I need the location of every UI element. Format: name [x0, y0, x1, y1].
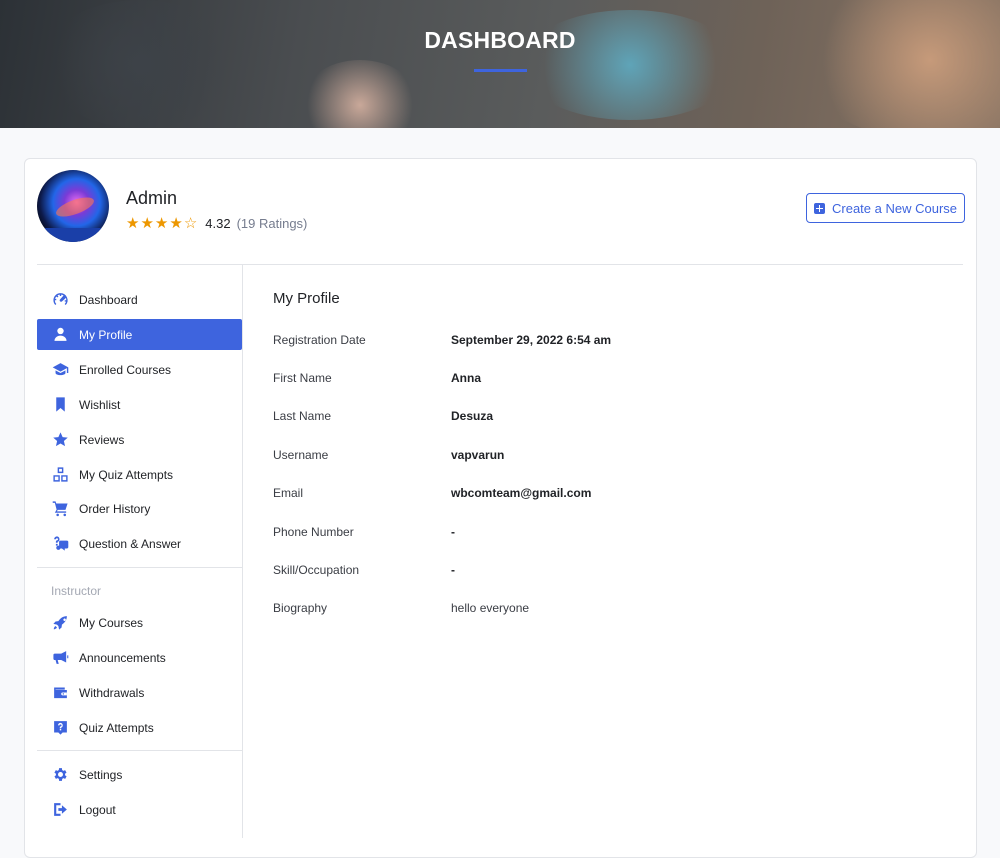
- profile-label-first-name: First Name: [273, 371, 332, 385]
- wallet-icon: [51, 684, 69, 702]
- profile-value-last-name: Desuza: [451, 409, 494, 423]
- profile-value-skill-occupation: -: [451, 563, 455, 577]
- profile-value-phone-number: -: [451, 525, 455, 539]
- sidebar-divider: [242, 265, 243, 838]
- sidebar-item-label: Enrolled Courses: [79, 362, 172, 377]
- sidebar-item-label: Announcements: [79, 650, 166, 665]
- sidebar-item-logout[interactable]: Logout: [37, 794, 242, 825]
- sidebar-section-instructor: Instructor: [51, 584, 102, 598]
- sidebar-item-enrolled-courses[interactable]: Enrolled Courses: [37, 354, 242, 385]
- sidebar-item-withdrawals[interactable]: Withdrawals: [37, 677, 242, 708]
- sidebar-divider-bottom: [37, 750, 242, 751]
- sidebar-item-wishlist[interactable]: Wishlist: [37, 389, 242, 420]
- user-name: Admin: [126, 188, 178, 208]
- sidebar-item-label: Logout: [79, 802, 116, 817]
- sidebar-item-dashboard[interactable]: Dashboard: [37, 284, 242, 315]
- sidebar-item-reviews[interactable]: Reviews: [37, 424, 242, 455]
- star-icon: [51, 431, 69, 449]
- profile-label-registration-date: Registration Date: [273, 333, 366, 347]
- question-box-icon: [51, 719, 69, 737]
- page-title: DASHBOARD: [424, 27, 576, 53]
- sidebar-item-my-quiz-attempts[interactable]: My Quiz Attempts: [37, 459, 242, 490]
- header-divider: [37, 264, 963, 265]
- rating-count: (19 Ratings): [236, 215, 308, 231]
- star-full-icon: ★: [154, 214, 169, 232]
- sidebar-item-label: My Courses: [79, 615, 144, 630]
- sidebar-item-my-courses[interactable]: My Courses: [37, 607, 242, 638]
- profile-label-last-name: Last Name: [273, 409, 332, 423]
- profile-label-phone-number: Phone Number: [273, 525, 354, 539]
- sidebar-item-label: Dashboard: [79, 292, 138, 307]
- sidebar-item-my-profile[interactable]: My Profile: [37, 319, 242, 350]
- star-full-icon: ★: [140, 214, 154, 232]
- megaphone-icon: [51, 649, 69, 667]
- sidebar-item-label: Reviews: [79, 432, 125, 447]
- sidebar-item-label: Quiz Attempts: [79, 720, 154, 735]
- profile-value-username: vapvarun: [451, 448, 505, 462]
- star-full-icon: ★: [126, 214, 140, 232]
- profile-value-registration-date: September 29, 2022 6:54 am: [451, 333, 612, 347]
- sidebar-item-quiz-attempts[interactable]: Quiz Attempts: [37, 712, 242, 743]
- profile-value-first-name: Anna: [451, 371, 481, 385]
- graduation-cap-icon: [51, 361, 69, 379]
- profile-label-skill-occupation: Skill/Occupation: [273, 563, 360, 577]
- profile-label-username: Username: [273, 448, 329, 462]
- profile-value-email: wbcomteam@gmail.com: [451, 486, 592, 500]
- rocket-icon: [51, 614, 69, 632]
- sidebar-item-label: Settings: [79, 767, 123, 782]
- sidebar-item-label: Question & Answer: [79, 536, 182, 551]
- dashboard-icon: [51, 291, 69, 309]
- profile-title: My Profile: [273, 290, 340, 307]
- sidebar-item-question-answer[interactable]: Question & Answer: [37, 528, 242, 559]
- avatar: [37, 170, 109, 242]
- rating-value: 4.32: [205, 215, 231, 231]
- sidebar-item-announcements[interactable]: Announcements: [37, 642, 242, 673]
- user-rating: ★ ★ ★ ★ ☆ 4.32 (19 Ratings): [126, 214, 307, 232]
- bookmark-icon: [51, 396, 69, 414]
- gear-icon: [51, 766, 69, 784]
- hero-banner: DASHBOARD: [0, 0, 1000, 128]
- create-course-button[interactable]: Create a New Course: [806, 193, 965, 223]
- profile-label-biography: Biography: [273, 601, 328, 615]
- question-answer-icon: [51, 535, 69, 553]
- star-full-icon: ★: [169, 214, 183, 232]
- profile-label-email: Email: [273, 486, 304, 500]
- quiz-icon: [51, 466, 69, 484]
- sidebar-item-label: Order History: [79, 501, 151, 516]
- sidebar-item-order-history[interactable]: Order History: [37, 493, 242, 524]
- create-course-label: Create a New Course: [832, 200, 957, 216]
- title-underline: [474, 69, 527, 72]
- star-empty-icon: ☆: [183, 214, 198, 232]
- plus-square-icon: [814, 202, 825, 214]
- user-icon: [51, 326, 69, 344]
- logout-icon: [51, 801, 69, 819]
- cart-icon: [51, 500, 69, 518]
- sidebar-item-label: Wishlist: [79, 397, 121, 412]
- sidebar-item-settings[interactable]: Settings: [37, 759, 242, 790]
- sidebar-item-label: Withdrawals: [79, 685, 145, 700]
- sidebar-divider-instructor: [37, 567, 242, 568]
- profile-value-biography: hello everyone: [451, 601, 530, 615]
- sidebar-item-label: My Quiz Attempts: [79, 467, 174, 482]
- sidebar-item-label: My Profile: [79, 327, 133, 342]
